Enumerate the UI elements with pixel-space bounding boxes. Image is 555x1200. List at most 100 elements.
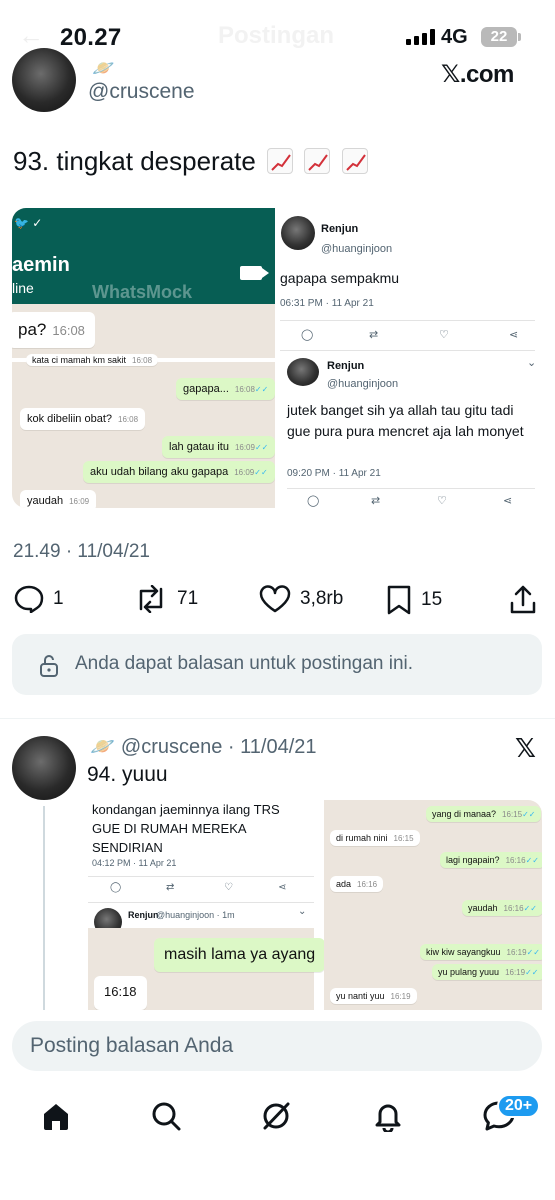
home-icon (44, 1104, 68, 1130)
like-icon: ♡ (439, 329, 449, 341)
planet-emoji: 🪐 (90, 736, 115, 758)
bookmark-button[interactable]: 15 (386, 585, 442, 615)
divider (280, 350, 535, 351)
tab-search[interactable] (150, 1100, 182, 1137)
post-handle[interactable]: @cruscene (121, 736, 222, 758)
back-arrow-icon[interactable]: ← (18, 20, 44, 51)
chat-bubble: gapapa... 16:08✓✓ (176, 378, 276, 400)
chat-bubble: ada 16:16 (330, 876, 384, 892)
unlock-icon (40, 655, 58, 677)
post-date: 11/04/21 (240, 736, 317, 758)
page-title: Postingan (218, 22, 335, 49)
tweet-date: 09:20 PM · 11 Apr 21 (287, 468, 381, 479)
chat-screenshot: 🐦 ✓ aemin line WhatsMock pa? 16:08 kata c… (12, 208, 276, 508)
chat-bubble: 16:18 (94, 976, 147, 1010)
post-text: 94. yuuu (87, 763, 168, 786)
chat-bubble: kata ci mamah km sakit 16:08 (26, 354, 159, 366)
chart-increasing-icon (304, 148, 331, 174)
tab-home[interactable] (40, 1100, 72, 1137)
avatar[interactable] (12, 48, 76, 112)
watermark: WhatsMock (92, 282, 193, 302)
search-icon (152, 1102, 181, 1131)
repost-icon: ⇄ (166, 882, 175, 893)
divider (0, 718, 555, 719)
chat-bubble: kok dibeliin obat? 16:08 (20, 408, 146, 430)
chat-bubble: kiw kiw sayangkuu 16:19✓✓ (420, 944, 542, 960)
video-call-icon (240, 266, 269, 280)
heart-icon (259, 585, 291, 613)
repost-button[interactable]: 71 (134, 585, 198, 613)
repost-count: 71 (177, 588, 199, 609)
messages-badge: 20+ (497, 1094, 541, 1118)
tweet-text: gapapa sempakmu (280, 270, 400, 286)
chat-bubble: pa? 16:08 (12, 312, 95, 348)
tweet-handle: @huanginjoon (321, 243, 393, 255)
share-button[interactable] (509, 585, 537, 615)
chat-bubble: aku udah bilang aku gapapa 16:09✓✓ (83, 461, 275, 483)
tweet-date: 06:31 PM · 11 Apr 21 (280, 298, 374, 309)
chat-contact-name: aemin (12, 254, 70, 276)
planet-emoji: 🪐 (92, 58, 115, 78)
post-handle[interactable]: @cruscene (88, 80, 195, 104)
reply-input[interactable]: Posting balasan Anda (12, 1021, 542, 1071)
separator-dot: · (222, 736, 241, 758)
repost-icon: ⇄ (371, 495, 381, 507)
tab-notifications[interactable] (372, 1100, 404, 1137)
reply-input-placeholder: Posting balasan Anda (30, 1034, 234, 1057)
tweet-name: Renjun (128, 910, 159, 920)
share-icon: ⋖ (503, 495, 513, 507)
chat-bubble: masih lama ya ayang (154, 938, 326, 972)
tweet-name: Renjun (327, 360, 365, 372)
bell-icon (375, 1104, 401, 1134)
tab-grok[interactable] (260, 1100, 292, 1137)
repost-icon (139, 585, 163, 613)
tweet-handle: @huanginjoon · 1m (156, 910, 235, 920)
post-media[interactable]: 🐦 ✓ aemin line WhatsMock pa? 16:08 kata c… (12, 208, 542, 508)
chart-increasing-icon (341, 148, 368, 174)
tweet-screenshot: Renjun @huanginjoon gapapa sempakmu 06:3… (275, 208, 542, 508)
reply-icon: ◯ (110, 882, 122, 893)
repost-icon: ⇄ (369, 329, 379, 341)
chat-bubble: yaudah 16:09 (20, 490, 97, 508)
chevron-down-icon: ⌄ (527, 357, 537, 369)
chevron-down-icon: ⌄ (298, 906, 307, 917)
reply-notice-text: Anda dapat balasan untuk postingan ini. (75, 653, 414, 674)
like-count: 3,8rb (300, 588, 344, 609)
tweet-date: 04:12 PM · 11 Apr 21 (92, 858, 177, 868)
chat-bubble: yu nanti yuu 16:19 (330, 988, 417, 1004)
divider (287, 488, 535, 489)
reply-button[interactable]: 1 (14, 585, 64, 613)
thread-line (43, 806, 45, 1010)
post-timestamp: 21.49 · 11/04/21 (13, 541, 150, 562)
chat-status-icons: 🐦 ✓ (14, 216, 43, 230)
source-label: 𝕏.com (441, 61, 514, 88)
divider (280, 320, 535, 321)
chat-screenshot: masih lama ya ayang 16:18 (88, 928, 326, 1012)
share-icon: ⋖ (278, 882, 287, 893)
share-icon: ⋖ (509, 329, 519, 341)
tweet-name: Renjun (321, 223, 359, 235)
tweet-handle: @huanginjoon (327, 378, 399, 390)
reply-icon (14, 585, 44, 613)
avatar (287, 358, 319, 386)
divider (88, 876, 314, 877)
signal-icon (406, 29, 435, 45)
post-actions: 1 71 3,8rb 15 (12, 585, 542, 619)
chat-bubble: di rumah nini 16:15 (330, 830, 420, 846)
reply-restriction-notice: Anda dapat balasan untuk postingan ini. (12, 634, 542, 695)
avatar (281, 216, 315, 250)
post-media[interactable]: kondangan jaeminnya ilang TRS GUE DI RUM… (88, 800, 542, 1012)
share-icon (510, 585, 536, 614)
tweet-text: jutek banget sih ya allah tau gitu tadi … (287, 402, 524, 439)
like-button[interactable]: 3,8rb (259, 585, 343, 613)
avatar[interactable] (12, 736, 76, 800)
network-type: 4G (441, 26, 468, 48)
like-icon: ♡ (224, 882, 233, 893)
chat-bubble: yu pulang yuuu 16:19✓✓ (432, 964, 542, 980)
chart-increasing-icon (267, 148, 294, 174)
post-text-content: 93. tingkat desperate (13, 146, 256, 176)
reply-count: 1 (53, 588, 64, 609)
chat-bubble: lah gatau itu 16:09✓✓ (162, 436, 276, 458)
post-text: 93. tingkat desperate (13, 146, 368, 177)
chat-header: 🐦 ✓ aemin line WhatsMock (12, 208, 275, 304)
